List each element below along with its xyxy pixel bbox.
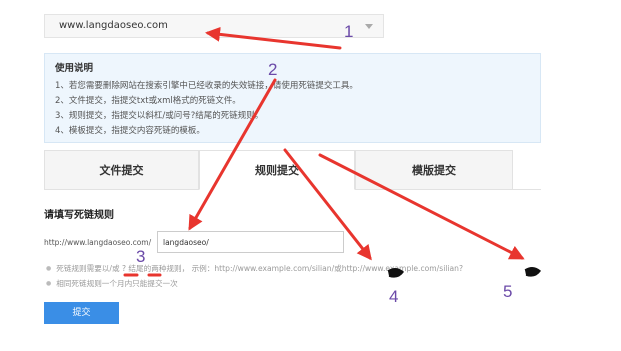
instruction-item: 4、模板提交，指提交内容死链的模板。 xyxy=(55,126,205,136)
instruction-item: 3、规则提交，指提交以斜杠/或问号?结尾的死链规则。 xyxy=(55,111,264,121)
annotation-number-2: 2 xyxy=(268,60,278,79)
rule-input-value: langdaoseo/ xyxy=(163,238,209,247)
annotation-number-3: 3 xyxy=(136,247,146,266)
note-item: 死链规则需要以/或 ? 结尾的两种规则， 示例：http://www.examp… xyxy=(46,263,463,274)
annotation-number-4: 4 xyxy=(389,287,399,306)
site-select[interactable]: www.langdaoseo.com xyxy=(44,14,384,38)
section-title: 请填写死链规则 xyxy=(44,210,114,221)
url-prefix: http://www.langdaoseo.com/ xyxy=(44,238,152,247)
tab-rule-submit[interactable]: 规则提交 xyxy=(199,150,355,190)
instructions-panel: 使用说明 1、若您需要删除网站在搜索引擎中已经收录的失效链接，请使用死链提交工具… xyxy=(44,53,541,143)
annotation-number-5: 5 xyxy=(503,282,513,301)
instruction-item: 1、若您需要删除网站在搜索引擎中已经收录的失效链接，请使用死链提交工具。 xyxy=(55,81,358,91)
instruction-item: 2、文件提交，指提交txt或xml格式的死链文件。 xyxy=(55,96,241,106)
chevron-down-icon[interactable] xyxy=(365,24,373,29)
tab-file-submit[interactable]: 文件提交 xyxy=(44,150,199,190)
note-item: 相同死链规则一个月内只能提交一次 xyxy=(46,278,178,289)
instructions-title: 使用说明 xyxy=(55,63,94,74)
annotation-number-1: 1 xyxy=(344,22,354,41)
rule-input[interactable]: langdaoseo/ xyxy=(157,231,344,253)
site-select-value: www.langdaoseo.com xyxy=(59,20,168,31)
tab-template-submit[interactable]: 模版提交 xyxy=(355,150,513,190)
submit-button[interactable]: 提交 xyxy=(44,302,119,324)
scribble-mark-5 xyxy=(524,267,542,277)
